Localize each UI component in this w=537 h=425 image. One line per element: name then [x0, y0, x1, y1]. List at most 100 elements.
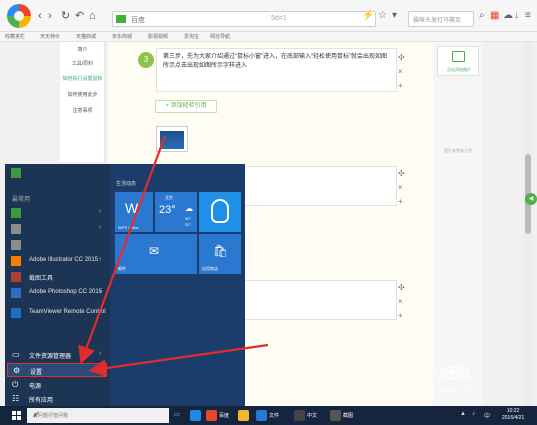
folder-icon: ▭ — [12, 350, 20, 359]
start-app-list: 最常用 › › Adobe Illustrator CC 2015 › 截图工具… — [5, 164, 110, 406]
edge-icon[interactable] — [190, 410, 201, 421]
bookmark-item[interactable]: 网址导航 — [210, 33, 230, 40]
ime-icon[interactable]: 中 — [484, 411, 490, 420]
download-icon[interactable]: ↓ — [514, 10, 519, 21]
cloud-icon[interactable]: ☁ — [503, 10, 513, 21]
upload-status-label: 图片未完成上传 — [444, 148, 472, 153]
forward-icon[interactable]: › — [48, 10, 52, 22]
delete-step-icon[interactable]: × — [398, 182, 403, 194]
address-text: 5d=1 — [271, 15, 287, 22]
menu-icon[interactable]: ≡ — [525, 10, 531, 21]
add-reference-button[interactable]: + 添加经验引用 — [155, 100, 217, 113]
file-explorer-item[interactable]: ▭ 文件资源管理器 › — [7, 348, 107, 362]
star-icon[interactable]: ☆ — [378, 10, 387, 21]
apps-icon[interactable]: ▦ — [490, 10, 499, 21]
start-app-item[interactable]: 截图工具 — [7, 270, 107, 284]
taskbar: 有问题尽管问我 🎤 ▭ 百度 文件 中文 截图 ▲ ♪ 中 10:22 2016… — [0, 406, 537, 425]
home-icon[interactable]: ⌂ — [89, 10, 96, 22]
nav-item-usage[interactable]: 如何使用此步 — [60, 91, 105, 98]
page-scrollbar[interactable] — [523, 42, 533, 410]
store-tile[interactable]: 🛍 应用商店 — [199, 234, 241, 274]
power-item[interactable]: ⏻ 电源 — [7, 378, 107, 392]
back-icon[interactable]: ‹ — [38, 10, 42, 22]
step-3-text: 第三步，先为大家介绍通过“鼠标小窗”进入，在底部输入“轻松使用鼠标”就会出现如图… — [163, 54, 387, 69]
chevron-right-icon: › — [99, 208, 102, 215]
network-icon[interactable]: ▲ — [460, 411, 466, 417]
step-image-thumbnail[interactable] — [156, 126, 188, 152]
power-icon: ⏻ — [12, 380, 19, 389]
add-step-icon[interactable]: + — [398, 310, 403, 322]
bookmark-item[interactable]: 影视视频 — [148, 33, 168, 40]
delete-step-icon[interactable]: × — [398, 66, 403, 78]
folder-taskbar-icon[interactable] — [238, 410, 249, 421]
refresh-icon[interactable]: ↻ — [61, 10, 70, 22]
weather-temp: 23° — [159, 204, 176, 216]
move-handle-icon[interactable]: ✣ — [398, 282, 405, 294]
illustrator-icon — [11, 256, 21, 266]
undo-icon[interactable]: ↶ — [75, 10, 84, 22]
start-app-item[interactable]: › — [7, 222, 107, 236]
settings-label: 设置 — [30, 370, 43, 376]
add-step-icon[interactable]: + — [398, 196, 403, 208]
weather-tile[interactable]: 北京 23° ☁ 30° 22° — [155, 192, 197, 232]
snipping-tool-icon — [11, 272, 21, 282]
qq-tile[interactable] — [199, 192, 241, 232]
move-handle-icon[interactable]: ✣ — [398, 52, 405, 64]
clock-date: 2016/4/21 — [502, 415, 525, 421]
start-app-item[interactable]: Adobe Photoshop CC 2015 › — [7, 286, 107, 300]
chevron-right-icon: › — [99, 224, 102, 231]
bolt-icon[interactable]: ⚡ — [362, 10, 374, 21]
start-app-item[interactable]: Adobe Illustrator CC 2015 › — [7, 254, 107, 268]
wps-tile-label: WPS Office — [118, 225, 139, 230]
feedback-float-button[interactable]: ◀ — [525, 193, 537, 205]
chevron-right-icon: › — [99, 350, 102, 357]
search-icon[interactable]: ⌕ — [479, 10, 485, 21]
dropdown-icon[interactable]: ▾ — [392, 10, 397, 21]
wps-tile[interactable]: W WPS Office — [115, 192, 153, 232]
word-taskbar-icon[interactable] — [256, 410, 267, 421]
mail-tile[interactable]: ✉ 邮件 — [115, 234, 197, 274]
move-handle-icon[interactable]: ✣ — [398, 168, 405, 180]
nav-item-mouse-settings[interactable]: 如何执行设置鼠标 — [60, 75, 105, 82]
taskbar-app-label: 百度 — [219, 413, 230, 419]
app-label: Adobe Illustrator CC 2015 — [29, 257, 99, 263]
snip-taskbar-icon[interactable] — [330, 410, 341, 421]
app-taskbar-icon[interactable] — [294, 410, 305, 421]
taskbar-search-input[interactable]: 有问题尽管问我 🎤 — [27, 408, 169, 423]
browser-logo-icon[interactable] — [7, 4, 31, 28]
start-app-item[interactable]: › — [7, 206, 107, 220]
all-apps-item[interactable]: ☷ 所有应用 — [7, 392, 107, 406]
teamviewer-icon — [11, 308, 21, 318]
browser-taskbar-icon[interactable] — [206, 410, 217, 421]
windows-start-icon[interactable] — [12, 411, 21, 420]
file-explorer-label: 文件资源管理器 — [29, 354, 72, 360]
browser-search-input[interactable]: 猫咪头发打马赛克 — [408, 11, 474, 27]
microphone-icon[interactable]: 🎤 — [33, 412, 39, 418]
nav-item-tools[interactable]: 工具/原料 — [60, 60, 105, 67]
volume-icon[interactable]: ♪ — [472, 411, 475, 417]
bookmark-item[interactable]: 收藏夹栏 — [5, 33, 25, 40]
add-step-icon[interactable]: + — [398, 80, 403, 92]
add-image-card[interactable]: 点击添加图片 — [437, 46, 479, 76]
add-image-label: 点击添加图片 — [447, 67, 471, 72]
qq-penguin-icon — [211, 199, 229, 223]
nav-item-intro[interactable]: 简介 — [60, 46, 105, 53]
mail-tile-label: 邮件 — [118, 266, 126, 271]
bookmark-item[interactable]: 京东商城 — [112, 33, 132, 40]
nav-item-notes[interactable]: 注意事项 — [60, 107, 105, 114]
start-app-item[interactable] — [7, 238, 107, 252]
weather-city: 北京 — [165, 195, 173, 200]
start-app-item[interactable]: TeamViewer Remote Control › — [7, 306, 107, 320]
user-account[interactable] — [7, 166, 107, 180]
clock-time: 10:22 — [506, 408, 520, 414]
settings-item[interactable]: ⚙ 设置 — [7, 363, 107, 377]
bookmark-item[interactable]: 天天特价 — [40, 33, 60, 40]
task-view-icon[interactable]: ▭ — [174, 411, 180, 418]
clock[interactable]: 10:22 2016/4/21 — [502, 408, 524, 422]
address-bar[interactable]: 百度 5d=1 — [112, 11, 376, 27]
step-3-text-box[interactable]: 第三步，先为大家介绍通过“鼠标小窗”进入，在底部输入“轻松使用鼠标”就会出现如图… — [156, 48, 397, 92]
photoshop-icon — [11, 288, 21, 298]
delete-step-icon[interactable]: × — [398, 296, 403, 308]
bookmark-item[interactable]: 爱淘宝 — [184, 33, 199, 40]
bookmark-item[interactable]: 天猫商城 — [76, 33, 96, 40]
